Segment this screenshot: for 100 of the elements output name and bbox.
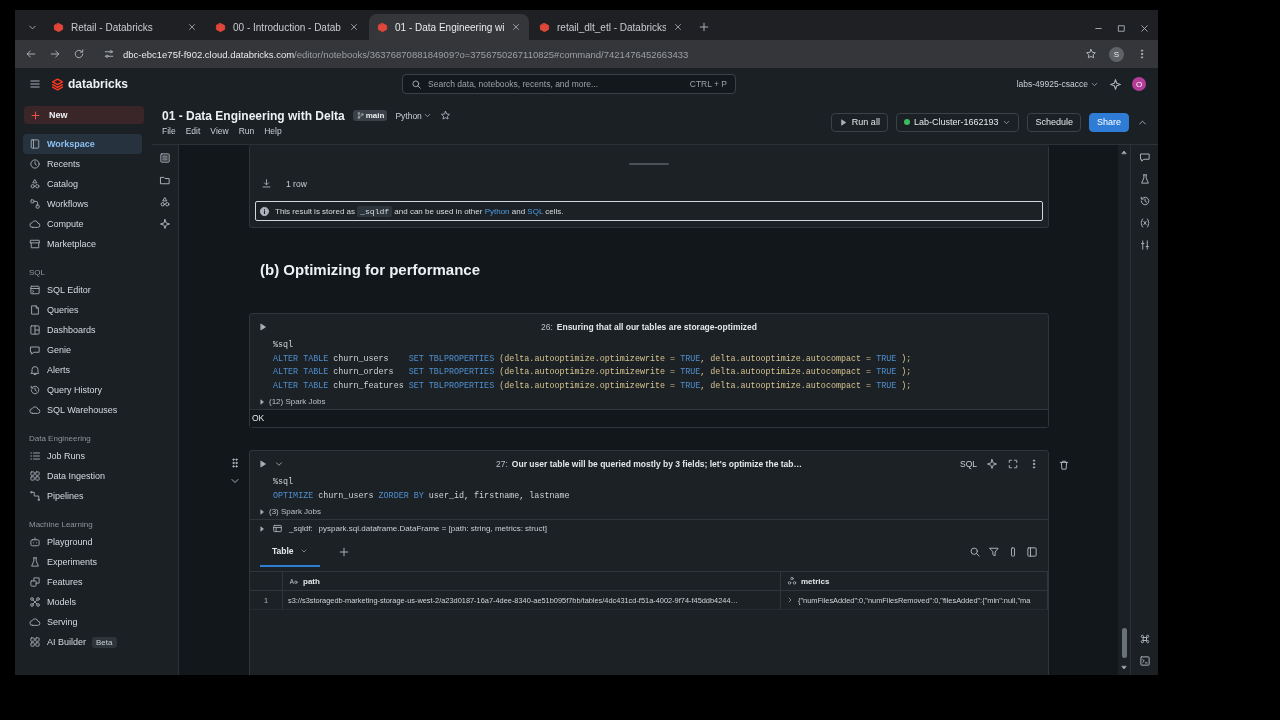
- search-icon[interactable]: [969, 546, 981, 558]
- sidebar-item[interactable]: Workflows: [23, 194, 142, 214]
- language-dropdown[interactable]: Python: [395, 110, 432, 121]
- terminal-icon[interactable]: [1138, 655, 1151, 667]
- sidebar-item[interactable]: Queries: [23, 300, 142, 320]
- sidebar-item[interactable]: Alerts: [23, 360, 142, 380]
- sidebar-item[interactable]: Experiments: [23, 552, 142, 572]
- logo-text[interactable]: databricks: [68, 77, 129, 91]
- bookmark-star-icon[interactable]: [1085, 48, 1097, 60]
- add-icon[interactable]: [337, 546, 350, 558]
- sidebar-item[interactable]: Features: [23, 572, 142, 592]
- search-field[interactable]: Search data, notebooks, recents, and more... CTRL + P: [402, 74, 737, 94]
- browser-tab[interactable]: Retail - Databricks: [45, 14, 205, 40]
- drag-handle-icon[interactable]: [229, 457, 241, 469]
- run-all-button[interactable]: Run all: [830, 112, 888, 132]
- menu-item[interactable]: Edit: [185, 125, 201, 136]
- new-button[interactable]: New: [24, 106, 144, 124]
- close-icon[interactable]: [349, 22, 359, 32]
- close-icon[interactable]: [673, 22, 683, 32]
- sidebar-item[interactable]: Query History: [23, 380, 142, 400]
- delete-icon[interactable]: [1058, 459, 1070, 471]
- browser-tab[interactable]: 01 - Data Engineering wi: [369, 14, 529, 40]
- expand-triangle-icon[interactable]: [258, 397, 266, 406]
- menu-item[interactable]: Help: [264, 125, 282, 136]
- sliders-icon[interactable]: [1138, 239, 1151, 251]
- sidebar-item[interactable]: Pipelines: [23, 486, 142, 506]
- sidebar-item[interactable]: Serving: [23, 612, 142, 632]
- sparkle-icon[interactable]: [986, 457, 998, 470]
- spark-jobs-toggle[interactable]: (12) Spark Jobs: [269, 397, 326, 406]
- sidebar-item[interactable]: Playground: [23, 532, 142, 552]
- sidebar-item[interactable]: SQL Warehouses: [23, 400, 142, 420]
- menu-icon[interactable]: [29, 78, 41, 90]
- sidebar-item[interactable]: Dashboards: [23, 320, 142, 340]
- expand-icon[interactable]: [1007, 457, 1019, 470]
- sidebar-item[interactable]: Compute: [23, 214, 142, 234]
- link[interactable]: SQL: [527, 206, 544, 216]
- shapes-icon[interactable]: [159, 196, 171, 208]
- browser-tab[interactable]: 00 - Introduction - Datab: [207, 14, 367, 40]
- command-icon[interactable]: [1138, 633, 1151, 645]
- profile-avatar[interactable]: S: [1109, 46, 1124, 62]
- sidebar-item[interactable]: Marketplace: [23, 234, 142, 254]
- back-icon[interactable]: [25, 48, 37, 60]
- cluster-selector[interactable]: Lab-Cluster-1662193: [895, 112, 1020, 132]
- sidebar-item[interactable]: Genie: [23, 340, 142, 360]
- close-icon[interactable]: [187, 22, 197, 32]
- forward-icon[interactable]: [49, 48, 61, 60]
- close-icon[interactable]: [511, 22, 521, 32]
- panel-icon[interactable]: [1026, 546, 1038, 558]
- column-header[interactable]: metrics: [781, 571, 1048, 591]
- link[interactable]: Python: [484, 206, 510, 216]
- address-bar[interactable]: dbc-ebc1e75f-f902.cloud.databricks.com/editor/notebooks/3637687088184909?o=3756750267110825#command/7421476452663433: [123, 48, 689, 60]
- language-label[interactable]: SQL: [960, 458, 977, 469]
- download-icon[interactable]: [261, 178, 272, 189]
- sidebar-item[interactable]: Data Ingestion: [23, 466, 142, 486]
- variables-icon[interactable]: [1138, 217, 1151, 229]
- folder-icon[interactable]: [159, 174, 171, 186]
- share-button[interactable]: Share: [1088, 112, 1129, 132]
- filter-icon[interactable]: [988, 546, 1000, 558]
- new-tab-icon[interactable]: [698, 21, 710, 33]
- schedule-button[interactable]: Schedule: [1027, 112, 1081, 132]
- flask-icon[interactable]: [1138, 173, 1151, 185]
- cell-number: 27:: [496, 459, 508, 469]
- sidebar-item[interactable]: Models: [23, 592, 142, 612]
- sidebar-item[interactable]: AI Builder Beta: [23, 632, 142, 652]
- history-icon[interactable]: [1138, 195, 1151, 207]
- user-avatar[interactable]: O: [1132, 77, 1146, 91]
- run-icon[interactable]: [258, 458, 268, 469]
- sidebar-item[interactable]: Catalog: [23, 174, 142, 194]
- code-block[interactable]: %sql OPTIMIZE churn_users ZORDER BY user_id, firstname, lastname: [250, 476, 1048, 503]
- reload-icon[interactable]: [73, 48, 85, 60]
- sidebar-item[interactable]: Job Runs: [23, 446, 142, 466]
- sidebar-item[interactable]: Workspace: [23, 134, 142, 154]
- close-icon[interactable]: [1139, 23, 1150, 34]
- sidebar-item[interactable]: SQL Editor: [23, 280, 142, 300]
- result-tab[interactable]: Table: [260, 537, 320, 567]
- site-settings-icon[interactable]: [103, 48, 115, 60]
- favorite-star-icon[interactable]: [439, 110, 451, 121]
- code-block[interactable]: %sql ALTER TABLE churn_users SET TBLPROPERTIES (delta.autooptimize.optimizewrite = TRUE, delta.autooptimize.autocompact = TRUE ); ALTER TABLE churn_orders SET TBLPROPERTIES (delta.autooptimize.optimizewrite = TRUE, delta.autooptimize.autocompact = TRUE ); ALTER TABLE churn_features SET TBLPROPERTIES (delta.autooptimize.optimizewrite = TRUE, delta.autooptimize.autocompact = TRUE );: [250, 339, 1048, 393]
- chevron-right-icon[interactable]: [786, 596, 794, 604]
- workspace-selector[interactable]: labs-49925-csacce: [1016, 79, 1099, 89]
- run-icon[interactable]: [258, 321, 268, 332]
- assistant-sparkle-icon[interactable]: [1109, 77, 1122, 91]
- notebook-title[interactable]: 01 - Data Engineering with Delta: [162, 108, 345, 123]
- menu-item[interactable]: Run: [238, 125, 255, 136]
- menu-item[interactable]: File: [162, 125, 176, 136]
- comment-icon[interactable]: [1138, 151, 1151, 163]
- scrollbar-thumb[interactable]: [1121, 628, 1127, 658]
- grid-icon: [29, 470, 41, 482]
- maximize-icon[interactable]: [1116, 23, 1127, 34]
- browser-tab[interactable]: retail_dlt_etl - Databricks: [531, 14, 691, 40]
- branch-badge[interactable]: main: [352, 110, 388, 121]
- column-header[interactable]: path: [283, 571, 781, 591]
- table-of-contents-icon[interactable]: [159, 152, 171, 164]
- sidebar-item[interactable]: Recents: [23, 154, 142, 174]
- table-icon: [272, 523, 283, 534]
- menu-item[interactable]: View: [210, 125, 229, 136]
- cloud-icon: [29, 616, 41, 628]
- notebook-cell[interactable]: [249, 313, 1049, 428]
- sparkle-icon[interactable]: [159, 218, 171, 230]
- spark-jobs-toggle[interactable]: (3) Spark Jobs: [269, 507, 322, 516]
